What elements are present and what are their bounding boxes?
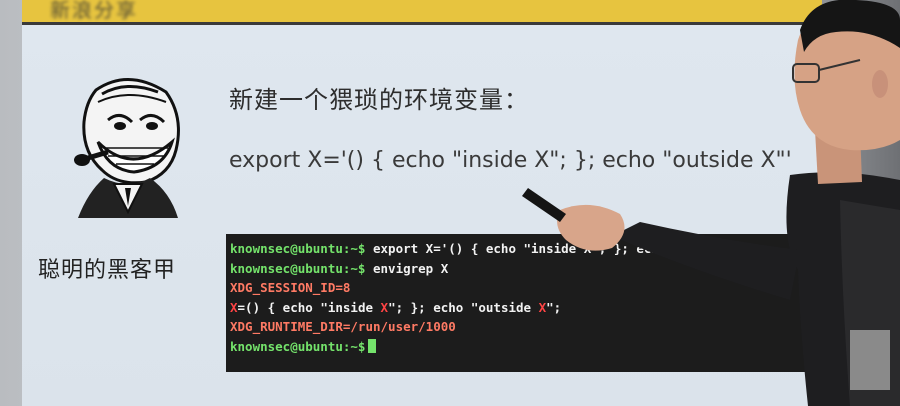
terminal-prompt: knownsec@ubuntu:~$ bbox=[230, 260, 366, 276]
terminal-prompt: knownsec@ubuntu:~$ bbox=[230, 241, 366, 256]
terminal-line: knownsec@ubuntu:~$ export X='() { echo "… bbox=[230, 239, 822, 259]
troll-face-icon bbox=[74, 78, 180, 218]
slide-header-bar: 新浪分享 bbox=[22, 0, 822, 25]
meme-caption: 聪明的黑客甲 bbox=[38, 258, 177, 283]
terminal-command: envigrep X bbox=[365, 260, 449, 276]
terminal-var-name: X bbox=[230, 299, 238, 315]
terminal-var-name: X bbox=[380, 299, 389, 315]
terminal-prompt: knownsec@ubuntu:~$ bbox=[230, 338, 366, 354]
terminal-output: =() { echo "inside bbox=[237, 299, 381, 315]
terminal-output: "; }; echo "outside bbox=[388, 299, 539, 315]
terminal-var-name: X bbox=[538, 299, 547, 315]
terminal-cursor bbox=[368, 338, 377, 353]
terminal-output: "; bbox=[546, 299, 562, 315]
terminal-line: knownsec@ubuntu:~$ envigrep X bbox=[230, 259, 822, 279]
terminal-env-var: XDG_SESSION_ID=8 bbox=[230, 280, 351, 295]
slide-heading: 新建一个猥琐的环境变量： bbox=[229, 86, 529, 114]
terminal-window: knownsec@ubuntu:~$ export X='() { echo "… bbox=[226, 234, 822, 372]
terminal-line: XDG_SESSION_ID=8 bbox=[230, 278, 822, 298]
slide-header-title: 新浪分享 bbox=[50, 0, 138, 22]
export-command-text: export X='() { echo "inside X"; }; echo … bbox=[229, 148, 792, 173]
terminal-line: X=() { echo "inside X"; }; echo "outside… bbox=[230, 298, 822, 318]
terminal-line: knownsec@ubuntu:~$ bbox=[230, 337, 822, 357]
terminal-command: export X='() { echo "inside X"; }; echo … bbox=[365, 241, 705, 256]
terminal-line: XDG_RUNTIME_DIR=/run/user/1000 bbox=[230, 317, 822, 337]
terminal-env-var: XDG_RUNTIME_DIR=/run/user/1000 bbox=[230, 319, 456, 334]
video-frame: 新浪分享 聪明的黑客甲 新建一个猥琐的环境变量： export X='() { … bbox=[0, 0, 900, 406]
